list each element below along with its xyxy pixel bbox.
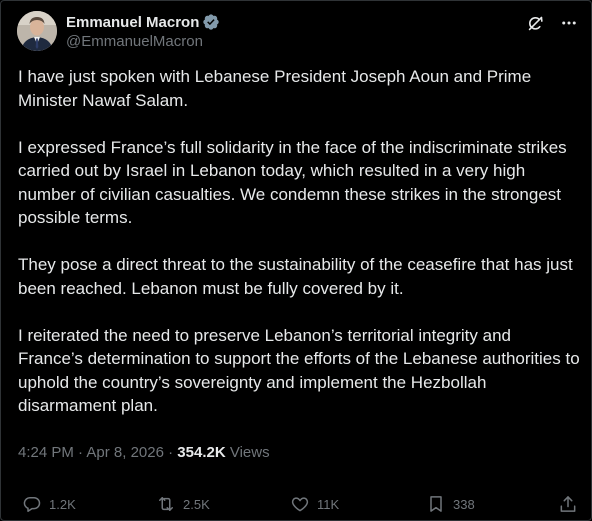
tweet-text: I have just spoken with Lebanese Preside… [18, 65, 580, 418]
repost-count: 2.5K [183, 496, 210, 512]
tweet-meta: 4:24 PM · Apr 8, 2026 · 354.2K Views [18, 444, 270, 461]
verified-badge-icon[interactable] [202, 13, 220, 31]
more-options-icon[interactable] [559, 13, 579, 33]
bookmark-icon [430, 496, 442, 512]
grok-icon[interactable] [525, 13, 545, 33]
like-button[interactable]: 11K [290, 492, 339, 516]
repost-button[interactable]: 2.5K [156, 492, 210, 516]
tweet-time[interactable]: 4:24 PM [18, 444, 74, 461]
header-actions [525, 13, 579, 33]
share-button[interactable] [558, 492, 578, 516]
bookmark-button[interactable]: 338 [426, 492, 475, 516]
tweet-paragraph: I reiterated the need to preserve Lebano… [18, 325, 580, 416]
reply-button[interactable]: 1.2K [22, 492, 76, 516]
meta-separator: · [168, 444, 174, 461]
like-count: 11K [317, 496, 340, 512]
repost-icon [159, 497, 173, 511]
tweet-card: Emmanuel Macron @EmmanuelMacron I have j… [0, 0, 592, 521]
avatar[interactable] [17, 11, 57, 51]
author-handle[interactable]: @EmmanuelMacron [66, 33, 220, 50]
display-name[interactable]: Emmanuel Macron [66, 14, 199, 31]
tweet-header: Emmanuel Macron @EmmanuelMacron [17, 11, 579, 55]
reply-count: 1.2K [49, 496, 76, 512]
views-count[interactable]: 354.2K [177, 444, 225, 461]
heart-icon [291, 497, 309, 512]
tweet-paragraph: I have just spoken with Lebanese Preside… [18, 67, 532, 110]
tweet-date[interactable]: Apr 8, 2026 [86, 444, 164, 461]
reply-icon [23, 496, 41, 512]
author-info: Emmanuel Macron @EmmanuelMacron [66, 12, 220, 50]
meta-separator: · [78, 444, 84, 461]
tweet-actions: 1.2K 2.5K 11K 338 [22, 492, 582, 516]
share-icon [560, 496, 576, 512]
views-label: Views [229, 444, 270, 461]
tweet-paragraph: I expressed France’s full solidarity in … [18, 137, 567, 228]
tweet-paragraph: They pose a direct threat to the sustain… [18, 255, 573, 298]
bookmark-count: 338 [453, 496, 475, 512]
